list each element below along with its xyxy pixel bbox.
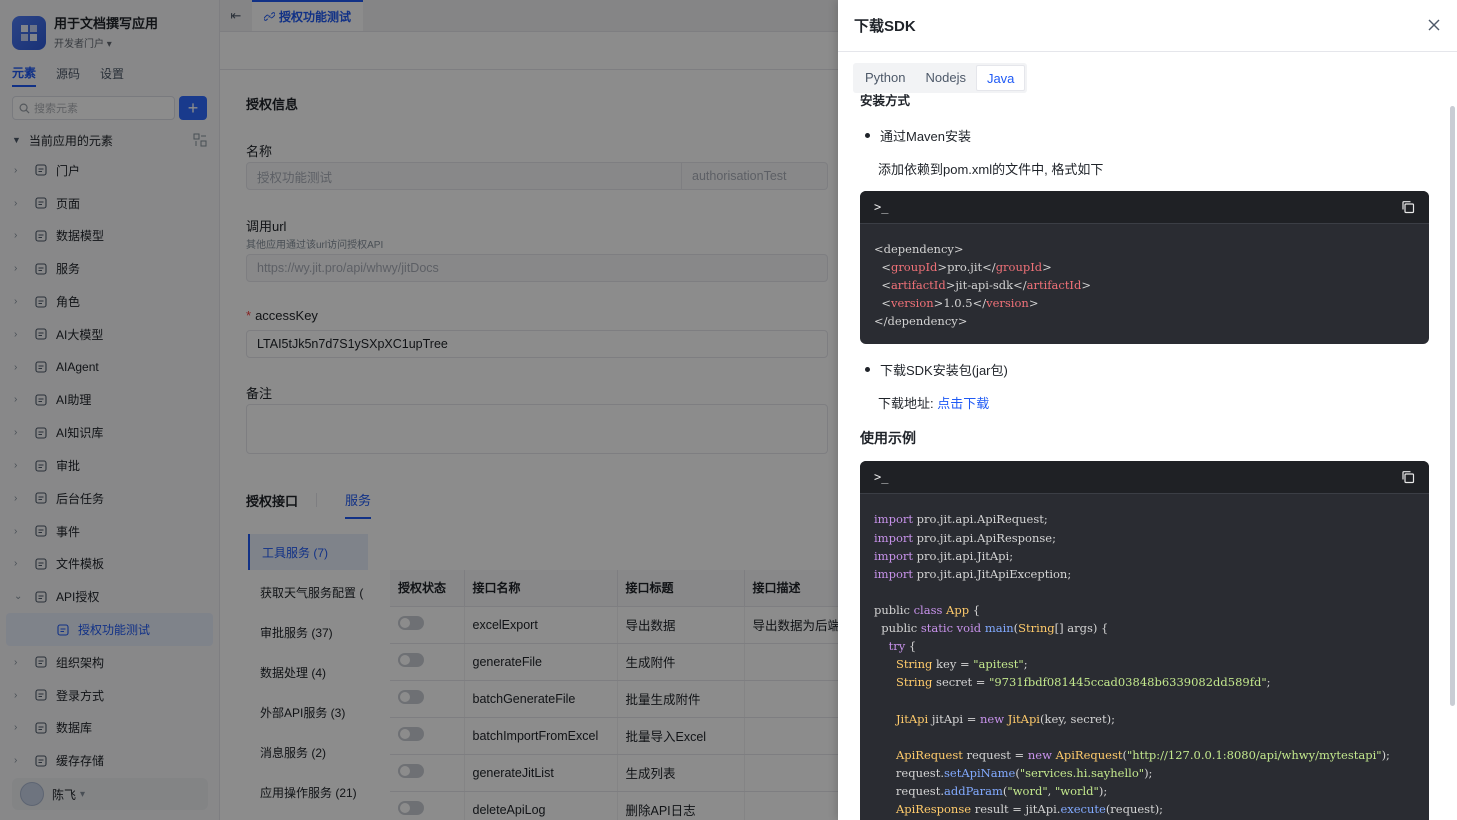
usage-code: import pro.jit.api.ApiRequest; import pro… <box>874 512 1390 816</box>
usage-code-block: >_ import pro.jit.api.ApiRequest; import … <box>860 461 1429 820</box>
terminal-icon: >_ <box>874 200 889 214</box>
tab-java[interactable]: Java <box>975 65 1026 91</box>
tab-python[interactable]: Python <box>855 65 915 91</box>
maven-code-block: >_ <dependency> <groupId>pro.jit</groupI… <box>860 191 1429 345</box>
maven-code: <dependency> <groupId>pro.jit</groupId> … <box>874 242 1091 329</box>
usage-title: 使用示例 <box>860 430 916 447</box>
maven-desc: 添加依赖到pom.xml的文件中, 格式如下 <box>878 162 1104 177</box>
copy-icon[interactable] <box>1401 200 1415 214</box>
download-line: 下载地址: 点击下载 <box>878 396 990 412</box>
download-link[interactable]: 点击下载 <box>937 396 989 411</box>
install-title: 安装方式 <box>860 94 911 108</box>
drawer-body: 安装方式 通过Maven安装 添加依赖到pom.xml的文件中, 格式如下 >_… <box>860 92 1430 820</box>
drawer-header: 下载SDK <box>838 0 1457 52</box>
drawer-scrollbar[interactable] <box>1450 106 1455 706</box>
sdk-drawer: 下载SDK Python Nodejs Java 安装方式 通过Maven安装 … <box>838 0 1457 820</box>
close-icon[interactable] <box>1427 18 1441 32</box>
tab-nodejs[interactable]: Nodejs <box>915 65 975 91</box>
bullet-maven: 通过Maven安装 <box>860 126 1430 145</box>
language-tabs: Python Nodejs Java <box>853 63 1028 93</box>
copy-icon[interactable] <box>1401 470 1415 484</box>
bullet-jar: 下载SDK安装包(jar包) <box>860 360 1430 379</box>
terminal-icon: >_ <box>874 470 889 485</box>
drawer-title: 下载SDK <box>854 18 916 35</box>
modal-mask[interactable] <box>0 0 838 820</box>
